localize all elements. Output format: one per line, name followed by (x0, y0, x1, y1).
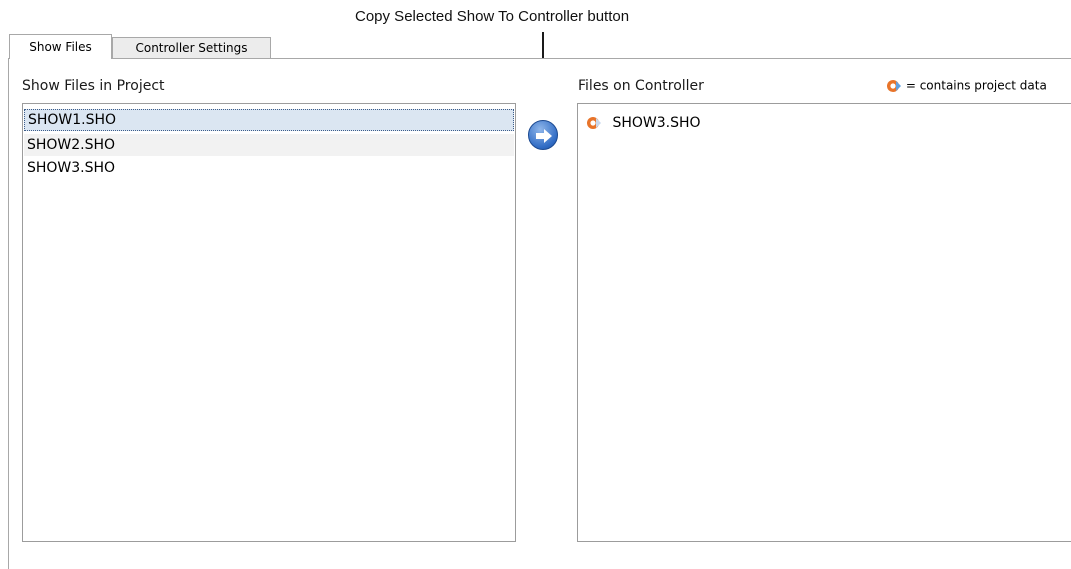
list-item[interactable]: SHOW2.SHO (24, 134, 514, 156)
legend: = contains project data (886, 78, 1047, 94)
show-files-label: Show Files in Project (22, 78, 165, 94)
project-data-icon (587, 117, 601, 129)
list-item[interactable]: SHOW1.SHO (24, 109, 514, 131)
list-item-label: SHOW3.SHO (612, 115, 701, 131)
show-files-list[interactable]: SHOW1.SHO SHOW2.SHO SHOW3.SHO (22, 103, 516, 542)
legend-text: = contains project data (905, 78, 1047, 93)
tab-controller-settings[interactable]: Controller Settings (112, 37, 271, 58)
callout-label: Copy Selected Show To Controller button (355, 8, 630, 25)
tab-show-files[interactable]: Show Files (9, 34, 112, 59)
controller-files-label: Files on Controller (578, 78, 704, 94)
project-data-icon (887, 80, 901, 92)
list-item[interactable]: SHOW3.SHO (24, 157, 514, 179)
arrow-right-icon (536, 129, 552, 143)
controller-files-list[interactable]: SHOW3.SHO (577, 103, 1071, 542)
copy-to-controller-button[interactable] (528, 120, 558, 150)
list-item[interactable]: SHOW3.SHO (586, 113, 701, 133)
